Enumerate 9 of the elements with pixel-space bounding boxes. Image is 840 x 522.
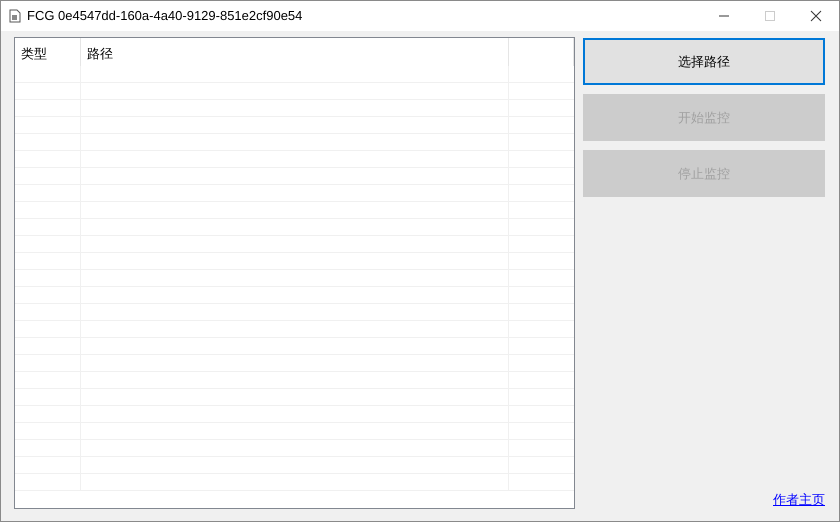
- column-header[interactable]: 路径: [81, 38, 509, 66]
- maximize-icon: [765, 11, 775, 21]
- author-homepage-link[interactable]: 作者主页: [773, 490, 825, 509]
- close-icon: [810, 10, 822, 22]
- action-button[interactable]: 选择路径: [583, 38, 825, 85]
- file-list[interactable]: 类型 路径: [14, 37, 575, 509]
- column-header[interactable]: 类型: [15, 38, 81, 66]
- window-title: FCG 0e4547dd-160a-4a40-9129-851e2cf90e54: [27, 7, 302, 26]
- document-icon: [9, 9, 21, 23]
